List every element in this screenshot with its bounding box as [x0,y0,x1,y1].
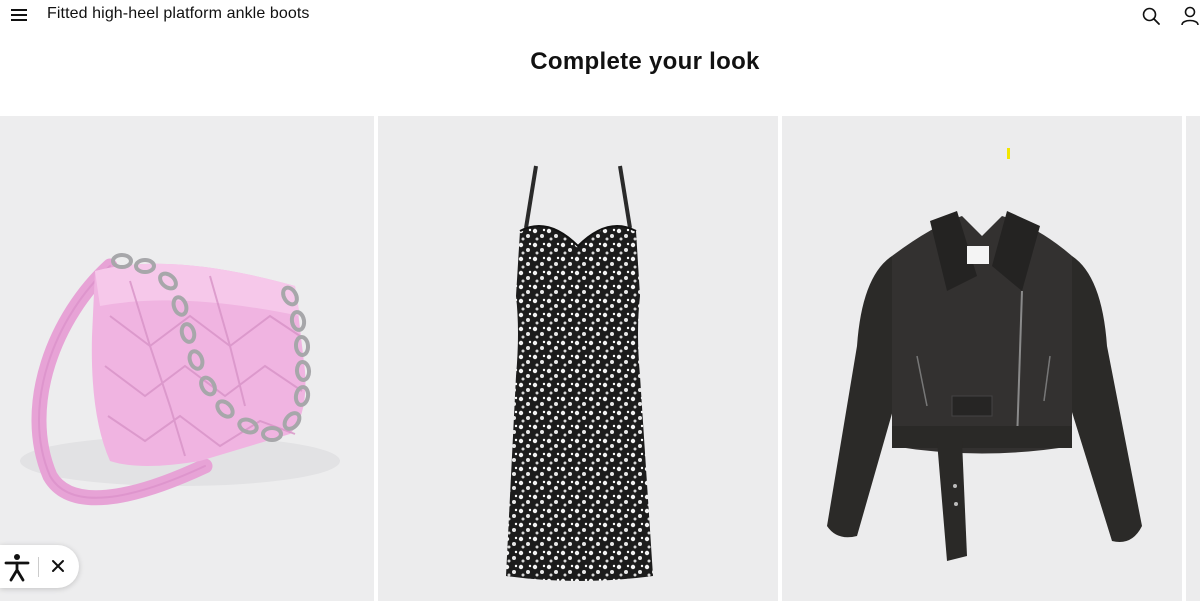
user-account-icon[interactable] [1179,5,1200,27]
product-carousel[interactable] [0,116,1200,601]
product-image-bag [0,116,374,601]
top-bar: Fitted high-heel platform ankle boots [0,0,1200,32]
product-image-dress [378,116,778,601]
product-card-next[interactable] [1186,116,1200,601]
product-card-jacket[interactable] [782,116,1182,601]
close-icon[interactable] [48,556,68,576]
accessibility-person-icon[interactable] [4,551,30,583]
product-image-jacket [782,116,1182,601]
hamburger-menu-icon[interactable] [10,6,28,24]
product-title: Fitted high-heel platform ankle boots [47,5,310,22]
product-card-dress[interactable] [378,116,778,601]
accessibility-widget [0,545,79,588]
accessibility-divider [38,557,39,577]
product-card-bag[interactable] [0,116,374,601]
search-icon[interactable] [1140,5,1162,27]
section-title: Complete your look [530,48,760,75]
